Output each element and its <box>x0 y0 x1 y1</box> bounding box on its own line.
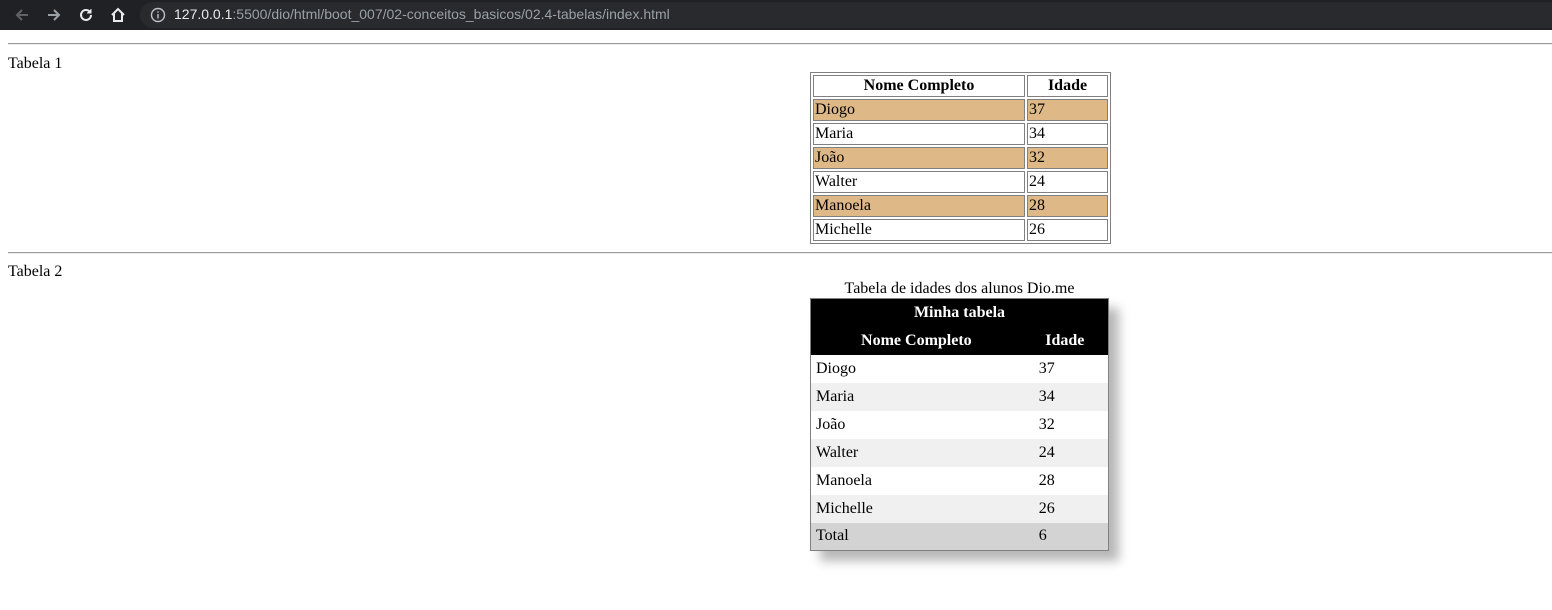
table2-header-name: Nome Completo <box>810 326 1022 355</box>
cell-name: Michelle <box>813 219 1025 241</box>
table-row: Maria 34 <box>813 123 1108 145</box>
cell-age: 24 <box>1027 171 1108 193</box>
cell-age: 28 <box>1038 471 1055 489</box>
table-row: Manoela 28 <box>813 195 1108 217</box>
table-row: Walter 24 <box>813 171 1108 193</box>
url-text[interactable]: 127.0.0.1:5500/dio/html/boot_007/02-conc… <box>174 6 670 22</box>
address-bar[interactable]: 127.0.0.1:5500/dio/html/boot_007/02-conc… <box>140 2 1552 28</box>
url-host: 127.0.0.1 <box>174 6 233 22</box>
table2-title: Minha tabela <box>810 298 1109 327</box>
cell-age: 37 <box>1038 359 1055 377</box>
footer-label: Total <box>810 522 1022 551</box>
table1-header-row: Nome Completo Idade <box>813 75 1108 97</box>
cell-name: Michelle <box>810 494 1022 523</box>
table-row: Walter 24 <box>810 438 1109 467</box>
cell-name: Manoela <box>816 471 872 489</box>
horizontal-rule <box>8 43 1552 45</box>
cell-name: Maria <box>813 123 1025 145</box>
table-row: Diogo 37 <box>811 355 1109 383</box>
table2-header-row: Nome Completo Idade <box>810 326 1109 355</box>
cell-age: 34 <box>1027 123 1108 145</box>
horizontal-rule <box>8 252 1552 254</box>
cell-name: Walter <box>810 438 1022 467</box>
table-row: João 32 <box>813 147 1108 169</box>
browser-toolbar: 127.0.0.1:5500/dio/html/boot_007/02-conc… <box>0 0 1552 30</box>
table2-title-row: Minha tabela <box>810 298 1109 327</box>
cell-name: Maria <box>810 382 1022 411</box>
table-2: Minha tabela Nome Completo Idade Diogo 3… <box>810 298 1109 551</box>
cell-name: João <box>813 147 1025 169</box>
table1-header-age: Idade <box>1027 75 1108 97</box>
table-row: Michelle 26 <box>813 219 1108 241</box>
home-icon[interactable] <box>106 3 130 27</box>
table-1: Nome Completo Idade Diogo 37 Maria 34 Jo… <box>810 72 1111 244</box>
cell-name: João <box>816 415 846 433</box>
footer-value: 6 <box>1021 522 1109 551</box>
cell-name: Diogo <box>813 99 1025 121</box>
reload-icon[interactable] <box>74 3 98 27</box>
cell-age: 24 <box>1021 438 1109 467</box>
cell-name: Manoela <box>813 195 1025 217</box>
cell-age: 32 <box>1038 415 1055 433</box>
table2-caption: Tabela de idades dos alunos Dio.me <box>844 280 1075 297</box>
info-icon[interactable] <box>150 7 166 23</box>
cell-age: 26 <box>1027 219 1108 241</box>
table-row: Manoela 28 <box>811 467 1109 495</box>
table2-label: Tabela 2 <box>8 263 63 280</box>
cell-age: 26 <box>1021 494 1109 523</box>
table2-footer-row: Total 6 <box>810 522 1109 551</box>
back-arrow-icon[interactable] <box>10 3 34 27</box>
table1-label: Tabela 1 <box>8 55 63 72</box>
forward-arrow-icon[interactable] <box>42 3 66 27</box>
table-row: Maria 34 <box>810 382 1109 411</box>
cell-name: Walter <box>813 171 1025 193</box>
cell-name: Diogo <box>816 359 856 377</box>
table-row: Diogo 37 <box>813 99 1108 121</box>
url-path: :5500/dio/html/boot_007/02-conceitos_bas… <box>232 6 670 22</box>
table-row: João 32 <box>811 411 1109 439</box>
cell-age: 37 <box>1027 99 1108 121</box>
cell-age: 34 <box>1021 382 1109 411</box>
table1-header-name: Nome Completo <box>813 75 1025 97</box>
table-row: Michelle 26 <box>810 494 1109 523</box>
cell-age: 28 <box>1027 195 1108 217</box>
cell-age: 32 <box>1027 147 1108 169</box>
table2-header-age: Idade <box>1021 326 1109 355</box>
